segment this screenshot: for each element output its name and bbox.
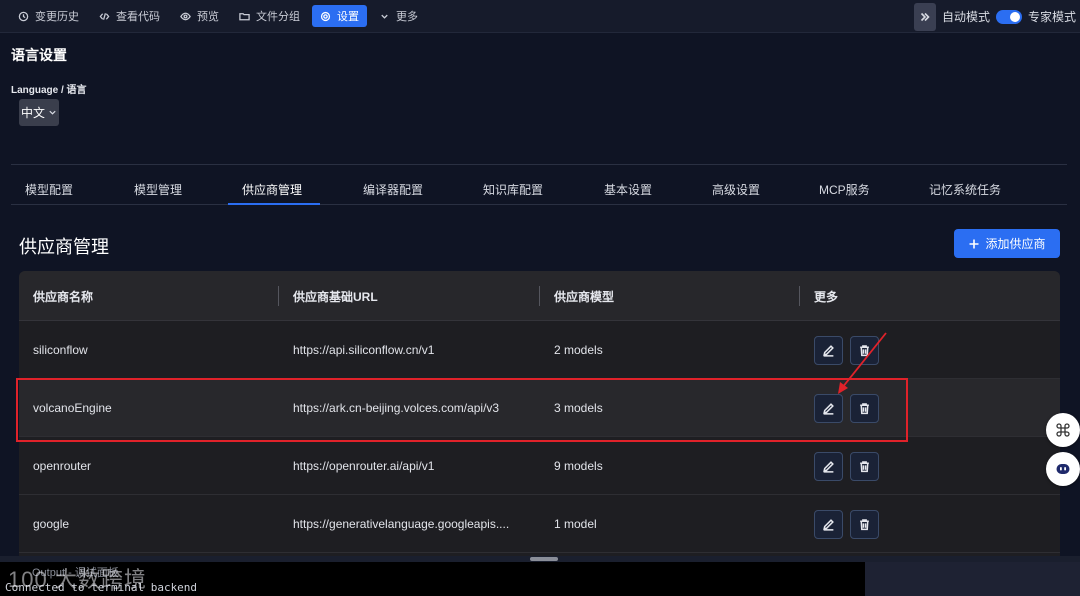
add-provider-button[interactable]: 添加供应商 xyxy=(954,229,1060,258)
pencil-icon xyxy=(823,403,834,415)
auto-mode-label: 自动模式 xyxy=(941,10,990,24)
page-title: 供应商管理 xyxy=(19,237,109,257)
edit-button[interactable] xyxy=(814,510,843,539)
folder-icon xyxy=(239,12,250,20)
eye-icon xyxy=(180,12,191,20)
header-provider-url: 供应商基础URL xyxy=(293,289,378,304)
header-more: 更多 xyxy=(814,289,839,304)
plus-icon xyxy=(969,239,979,248)
preview-button[interactable]: 预览 xyxy=(172,5,227,27)
view-code-label: 查看代码 xyxy=(116,11,160,23)
more-label: 更多 xyxy=(396,11,418,23)
language-select[interactable]: 中文 xyxy=(19,99,59,126)
provider-name: google xyxy=(33,517,70,531)
edit-button[interactable] xyxy=(814,452,843,481)
provider-url: https://ark.cn-beijing.volces.com/api/v3 xyxy=(293,401,500,415)
provider-models: 2 models xyxy=(554,343,603,357)
provider-table: 供应商名称 供应商基础URL 供应商模型 更多 siliconflow http… xyxy=(19,271,1060,561)
tab-memory-tasks[interactable]: 记忆系统任务 xyxy=(929,174,1001,205)
header-provider-models: 供应商模型 xyxy=(554,289,615,304)
watermark: 100 大数跨境 xyxy=(8,567,147,592)
chevron-down-icon xyxy=(49,110,56,115)
column-separator xyxy=(278,286,279,306)
active-tab-indicator xyxy=(228,203,320,205)
pencil-icon xyxy=(823,461,834,473)
provider-models: 1 model xyxy=(554,517,597,531)
expert-mode-label: 专家模式 xyxy=(1027,10,1076,24)
splitter-handle[interactable] xyxy=(530,557,558,561)
mode-toggle[interactable] xyxy=(995,9,1022,24)
chevron-down-icon xyxy=(381,14,388,19)
top-toolbar: 变更历史 查看代码 预览 文件分组 设置 更多 自动模式 专家模式 xyxy=(0,0,1080,33)
divider xyxy=(11,164,1067,165)
table-row: siliconflow https://api.siliconflow.cn/v… xyxy=(19,321,1060,379)
provider-url: https://api.siliconflow.cn/v1 xyxy=(293,343,435,357)
language-section-title: 语言设置 xyxy=(11,47,67,63)
provider-url: https://openrouter.ai/api/v1 xyxy=(293,459,435,473)
delete-button[interactable] xyxy=(850,510,879,539)
language-label: Language / 语言 xyxy=(11,85,87,96)
tab-model-config[interactable]: 模型配置 xyxy=(25,174,73,205)
assistant-button[interactable] xyxy=(1046,452,1080,486)
delete-button[interactable] xyxy=(850,394,879,423)
status-area xyxy=(865,562,1080,596)
tab-knowledge-base-config[interactable]: 知识库配置 xyxy=(483,174,543,205)
language-selected-value: 中文 xyxy=(21,106,46,120)
provider-models: 3 models xyxy=(554,401,603,415)
provider-name: openrouter xyxy=(33,459,92,473)
settings-label: 设置 xyxy=(337,11,359,23)
app-grid-button[interactable] xyxy=(1046,413,1080,447)
trash-icon xyxy=(860,345,869,357)
provider-name: siliconflow xyxy=(33,343,88,357)
double-chevron-right-icon xyxy=(920,12,930,21)
settings-button[interactable]: 设置 xyxy=(312,5,367,27)
settings-tabs: 模型配置 模型管理 供应商管理 编译器配置 知识库配置 基本设置 高级设置 MC… xyxy=(11,174,1067,205)
column-separator xyxy=(799,286,800,306)
tab-model-management[interactable]: 模型管理 xyxy=(134,174,182,205)
table-row: google https://generativelanguage.google… xyxy=(19,495,1060,553)
trash-icon xyxy=(860,519,869,531)
view-code-button[interactable]: 查看代码 xyxy=(91,5,168,27)
command-icon xyxy=(1056,423,1070,437)
provider-url: https://generativelanguage.googleapis...… xyxy=(293,517,510,531)
gear-icon xyxy=(320,11,331,21)
file-group-button[interactable]: 文件分组 xyxy=(231,5,308,27)
provider-models: 9 models xyxy=(554,459,603,473)
tab-provider-management[interactable]: 供应商管理 xyxy=(242,174,302,205)
tab-mcp-service[interactable]: MCP服务 xyxy=(819,174,870,205)
file-group-label: 文件分组 xyxy=(256,11,300,23)
table-header: 供应商名称 供应商基础URL 供应商模型 更多 xyxy=(19,271,1060,321)
trash-icon xyxy=(860,403,869,415)
tab-compiler-config[interactable]: 编译器配置 xyxy=(363,174,423,205)
add-provider-label: 添加供应商 xyxy=(985,237,1046,251)
header-provider-name: 供应商名称 xyxy=(33,289,94,304)
clock-icon xyxy=(18,11,29,21)
preview-label: 预览 xyxy=(197,11,219,23)
tab-basic-settings[interactable]: 基本设置 xyxy=(604,174,652,205)
code-icon xyxy=(99,12,110,20)
edit-button[interactable] xyxy=(814,394,843,423)
column-separator xyxy=(539,286,540,306)
history-label: 变更历史 xyxy=(35,11,79,23)
table-row: volcanoEngine https://ark.cn-beijing.vol… xyxy=(19,379,1060,437)
pencil-icon xyxy=(823,345,834,357)
expand-panel-button[interactable] xyxy=(913,2,936,31)
robot-face-icon xyxy=(1056,464,1070,474)
tab-advanced-settings[interactable]: 高级设置 xyxy=(712,174,760,205)
edit-button[interactable] xyxy=(814,336,843,365)
trash-icon xyxy=(860,461,869,473)
table-row: openrouter https://openrouter.ai/api/v1 … xyxy=(19,437,1060,495)
pencil-icon xyxy=(823,519,834,531)
mode-switcher: 自动模式 专家模式 xyxy=(913,0,1080,33)
delete-button[interactable] xyxy=(850,336,879,365)
delete-button[interactable] xyxy=(850,452,879,481)
more-button[interactable]: 更多 xyxy=(371,5,426,27)
history-button[interactable]: 变更历史 xyxy=(10,5,87,27)
provider-name: volcanoEngine xyxy=(33,401,112,415)
